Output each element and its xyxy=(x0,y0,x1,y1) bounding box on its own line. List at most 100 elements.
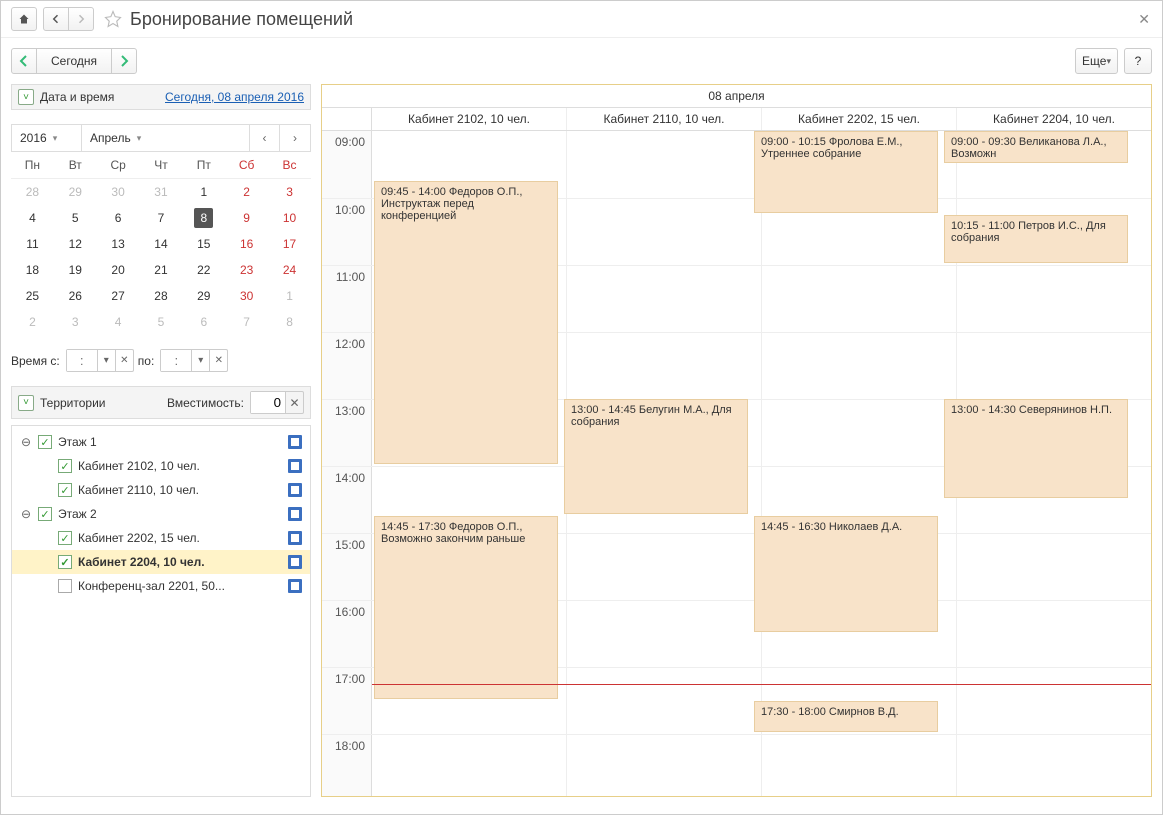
calendar-day[interactable]: 26 xyxy=(54,283,97,309)
tree-room-row[interactable]: ✓Кабинет 2202, 15 чел. xyxy=(12,526,310,550)
calendar-day[interactable]: 11 xyxy=(11,231,54,257)
schedule-event[interactable]: 14:45 - 17:30 Федоров О.П., Возможно зак… xyxy=(374,516,558,698)
schedule-event[interactable]: 09:00 - 09:30 Великанова Л.А., Возможн xyxy=(944,131,1128,163)
calendar-day[interactable]: 4 xyxy=(97,309,140,335)
dropdown-icon[interactable]: ▾ xyxy=(191,350,209,371)
forward-button[interactable] xyxy=(68,7,94,31)
collapse-toggle[interactable]: ˅ xyxy=(18,89,34,105)
close-button[interactable]: ✕ xyxy=(1138,11,1150,28)
schedule-event[interactable]: 17:30 - 18:00 Смирнов В.Д. xyxy=(754,701,938,733)
tree-floor-row[interactable]: ⊖✓Этаж 1 xyxy=(12,430,310,454)
month-selector[interactable]: Апрель▾ xyxy=(82,125,250,151)
schedule-event[interactable]: 13:00 - 14:45 Белугин М.А., Для собрания xyxy=(564,399,748,514)
calendar-day[interactable]: 17 xyxy=(268,231,311,257)
tree-checkbox[interactable]: ✓ xyxy=(58,579,72,593)
calendar-day[interactable]: 8 xyxy=(182,205,225,231)
prev-day-button[interactable] xyxy=(11,48,37,74)
next-day-button[interactable] xyxy=(111,48,137,74)
tree-room-row[interactable]: ✓Кабинет 2204, 10 чел. xyxy=(12,550,310,574)
time-to-field[interactable] xyxy=(161,350,191,371)
tree-expander[interactable]: ⊖ xyxy=(20,507,32,521)
more-button[interactable]: Еще xyxy=(1075,48,1118,74)
calendar-day[interactable]: 20 xyxy=(97,257,140,283)
tree-checkbox[interactable]: ✓ xyxy=(38,435,52,449)
year-selector[interactable]: 2016▾ xyxy=(12,125,82,151)
tree-room-row[interactable]: ✓ Кабинет 2110, 10 чел. xyxy=(12,478,310,502)
calendar-day[interactable]: 14 xyxy=(140,231,183,257)
page-title: Бронирование помещений xyxy=(130,9,353,30)
calendar-day[interactable]: 3 xyxy=(268,179,311,206)
calendar-day[interactable]: 8 xyxy=(268,309,311,335)
next-month-button[interactable]: › xyxy=(280,125,310,151)
calendar-day[interactable]: 30 xyxy=(225,283,268,309)
calendar-day[interactable]: 29 xyxy=(182,283,225,309)
today-button[interactable]: Сегодня xyxy=(36,48,112,74)
calendar-day[interactable]: 24 xyxy=(268,257,311,283)
calendar-day[interactable]: 4 xyxy=(11,205,54,231)
time-to-input[interactable]: ▾ ✕ xyxy=(160,349,228,372)
dropdown-icon[interactable]: ▾ xyxy=(97,350,115,371)
favorite-button[interactable] xyxy=(104,10,122,28)
collapse-toggle[interactable]: ˅ xyxy=(18,395,34,411)
help-button[interactable]: ? xyxy=(1124,48,1152,74)
clear-button[interactable]: ✕ xyxy=(285,392,303,413)
calendar-day[interactable]: 6 xyxy=(97,205,140,231)
prev-month-button[interactable]: ‹ xyxy=(250,125,280,151)
schedule-event[interactable]: 13:00 - 14:30 Северянинов Н.П. xyxy=(944,399,1128,498)
calendar-day[interactable]: 5 xyxy=(54,205,97,231)
schedule-event[interactable]: 14:45 - 16:30 Николаев Д.А. xyxy=(754,516,938,631)
clear-button[interactable]: ✕ xyxy=(115,350,133,371)
tree-checkbox[interactable]: ✓ xyxy=(58,459,72,473)
calendar-day[interactable]: 16 xyxy=(225,231,268,257)
tree-floor-row[interactable]: ⊖✓Этаж 2 xyxy=(12,502,310,526)
tree-expander[interactable]: ⊖ xyxy=(20,435,32,449)
calendar-day[interactable]: 25 xyxy=(11,283,54,309)
time-from-input[interactable]: ▾ ✕ xyxy=(66,349,134,372)
tree-checkbox[interactable]: ✓ xyxy=(38,507,52,521)
calendar-day[interactable]: 10 xyxy=(268,205,311,231)
tree-room-row[interactable]: ✓ Кабинет 2102, 10 чел. xyxy=(12,454,310,478)
calendar-day[interactable]: 27 xyxy=(97,283,140,309)
schedule-event[interactable]: 10:15 - 11:00 Петров И.С., Для собрания xyxy=(944,215,1128,263)
calendar-day[interactable]: 2 xyxy=(225,179,268,206)
clear-button[interactable]: ✕ xyxy=(209,350,227,371)
calendar-day[interactable]: 1 xyxy=(268,283,311,309)
today-date-link[interactable]: Сегодня, 08 апреля 2016 xyxy=(165,90,304,104)
tree-item-label: Кабинет 2102, 10 чел. xyxy=(78,459,200,473)
calendar-day[interactable]: 6 xyxy=(182,309,225,335)
calendar-day[interactable]: 18 xyxy=(11,257,54,283)
calendar-day[interactable]: 21 xyxy=(140,257,183,283)
capacity-input[interactable] xyxy=(251,392,285,413)
calendar-day-header: Пт xyxy=(182,152,225,179)
calendar-day[interactable]: 7 xyxy=(140,205,183,231)
calendar-day[interactable]: 2 xyxy=(11,309,54,335)
tree-room-row[interactable]: ✓Конференц-зал 2201, 50... xyxy=(12,574,310,598)
calendar-day[interactable]: 12 xyxy=(54,231,97,257)
calendar-day[interactable]: 30 xyxy=(97,179,140,206)
time-from-field[interactable] xyxy=(67,350,97,371)
calendar-day[interactable]: 28 xyxy=(140,283,183,309)
calendar-day[interactable]: 9 xyxy=(225,205,268,231)
home-button[interactable] xyxy=(11,7,37,31)
calendar-day[interactable]: 31 xyxy=(140,179,183,206)
tree-checkbox[interactable]: ✓ xyxy=(58,555,72,569)
chevron-right-icon xyxy=(118,55,130,67)
calendar-day[interactable]: 29 xyxy=(54,179,97,206)
calendar-day[interactable]: 28 xyxy=(11,179,54,206)
calendar-day[interactable]: 19 xyxy=(54,257,97,283)
calendar-day[interactable]: 15 xyxy=(182,231,225,257)
calendar-day[interactable]: 3 xyxy=(54,309,97,335)
calendar-day[interactable]: 23 xyxy=(225,257,268,283)
tree-item-label: Кабинет 2110, 10 чел. xyxy=(78,483,199,497)
calendar-day[interactable]: 7 xyxy=(225,309,268,335)
tree-checkbox[interactable]: ✓ xyxy=(58,531,72,545)
calendar-day[interactable]: 22 xyxy=(182,257,225,283)
calendar-day[interactable]: 13 xyxy=(97,231,140,257)
calendar-day[interactable]: 1 xyxy=(182,179,225,206)
schedule-event[interactable]: 09:45 - 14:00 Федоров О.П., Инструктаж п… xyxy=(374,181,558,464)
back-button[interactable] xyxy=(43,7,69,31)
calendar-day[interactable]: 5 xyxy=(140,309,183,335)
tree-checkbox[interactable]: ✓ xyxy=(58,483,72,497)
room-icon xyxy=(288,483,302,497)
schedule-event[interactable]: 09:00 - 10:15 Фролова Е.М., Утреннее соб… xyxy=(754,131,938,213)
